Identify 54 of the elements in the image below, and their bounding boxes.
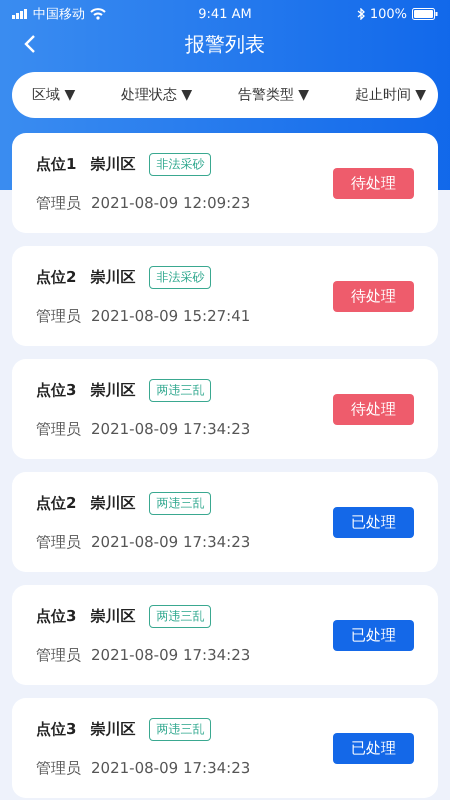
point-name: 点位3 bbox=[36, 381, 76, 400]
status-badge: 待处理 bbox=[333, 394, 414, 424]
alarm-type-tag: 两违三乱 bbox=[149, 605, 212, 628]
status-badge: 待处理 bbox=[333, 280, 414, 312]
alarm-card[interactable]: 点位2 崇川区 两违三乱 管理员 2021-08-09 17:34:23 已处理 bbox=[12, 472, 438, 572]
battery-icon bbox=[412, 8, 438, 20]
alarm-time: 2021-08-09 17:34:23 bbox=[91, 646, 250, 665]
filter-dropdown[interactable]: 告警类型 ▼ bbox=[236, 82, 312, 108]
alarm-card[interactable]: 点位1 崇川区 非法采砂 管理员 2021-08-09 12:09:23 待处理 bbox=[12, 133, 438, 233]
role-label: 管理员 bbox=[36, 194, 81, 213]
alarm-time: 2021-08-09 17:34:23 bbox=[91, 759, 250, 778]
battery-percent: 100% bbox=[370, 6, 407, 22]
district-name: 崇川区 bbox=[90, 155, 136, 174]
alarm-type-tag: 非法采砂 bbox=[149, 153, 212, 176]
role-label: 管理员 bbox=[36, 759, 81, 778]
point-name: 点位2 bbox=[36, 268, 76, 287]
alarm-card[interactable]: 点位3 崇川区 两违三乱 管理员 2021-08-09 17:34:23 已处理 bbox=[12, 698, 438, 798]
status-badge: 已处理 bbox=[333, 732, 414, 764]
status-badge: 待处理 bbox=[333, 168, 414, 198]
alarm-card[interactable]: 点位3 崇川区 两违三乱 管理员 2021-08-09 17:34:23 待处理 bbox=[12, 359, 438, 459]
bluetooth-icon bbox=[356, 8, 365, 20]
status-badge: 已处理 bbox=[333, 506, 414, 538]
filter-dropdown[interactable]: 处理状态 ▼ bbox=[118, 82, 194, 108]
alarm-time: 2021-08-09 15:27:41 bbox=[91, 307, 250, 326]
point-name: 点位3 bbox=[36, 720, 76, 739]
alarm-type-tag: 非法采砂 bbox=[149, 266, 212, 289]
alarm-time: 2021-08-09 12:09:23 bbox=[91, 194, 250, 213]
district-name: 崇川区 bbox=[90, 268, 136, 287]
page-title: 报警列表 bbox=[185, 30, 265, 58]
wifi-icon bbox=[90, 8, 106, 20]
carrier-name: 中国移动 bbox=[33, 6, 85, 23]
district-name: 崇川区 bbox=[90, 720, 136, 739]
role-label: 管理员 bbox=[36, 533, 81, 552]
alarm-card[interactable]: 点位3 崇川区 两违三乱 管理员 2021-08-09 17:34:23 已处理 bbox=[12, 585, 438, 685]
alarm-time: 2021-08-09 17:34:23 bbox=[91, 533, 250, 552]
alarm-time: 2021-08-09 17:34:23 bbox=[91, 420, 250, 439]
signal-icon bbox=[12, 9, 28, 19]
status-time: 9:41 AM bbox=[198, 6, 252, 22]
status-badge: 已处理 bbox=[333, 620, 414, 650]
district-name: 崇川区 bbox=[90, 381, 136, 400]
alarm-type-tag: 两违三乱 bbox=[149, 379, 212, 402]
district-name: 崇川区 bbox=[90, 494, 136, 513]
point-name: 点位2 bbox=[36, 494, 76, 513]
district-name: 崇川区 bbox=[90, 607, 136, 626]
alarm-card[interactable]: 点位2 崇川区 非法采砂 管理员 2021-08-09 15:27:41 待处理 bbox=[12, 246, 438, 346]
filter-dropdown[interactable]: 区域 ▼ bbox=[30, 82, 78, 108]
alarm-type-tag: 两违三乱 bbox=[149, 492, 212, 515]
role-label: 管理员 bbox=[36, 420, 81, 439]
filter-dropdown[interactable]: 起止时间 ▼ bbox=[352, 82, 428, 108]
role-label: 管理员 bbox=[36, 307, 81, 326]
point-name: 点位1 bbox=[36, 155, 76, 174]
role-label: 管理员 bbox=[36, 646, 81, 665]
alarm-type-tag: 两违三乱 bbox=[149, 718, 212, 741]
point-name: 点位3 bbox=[36, 607, 76, 626]
